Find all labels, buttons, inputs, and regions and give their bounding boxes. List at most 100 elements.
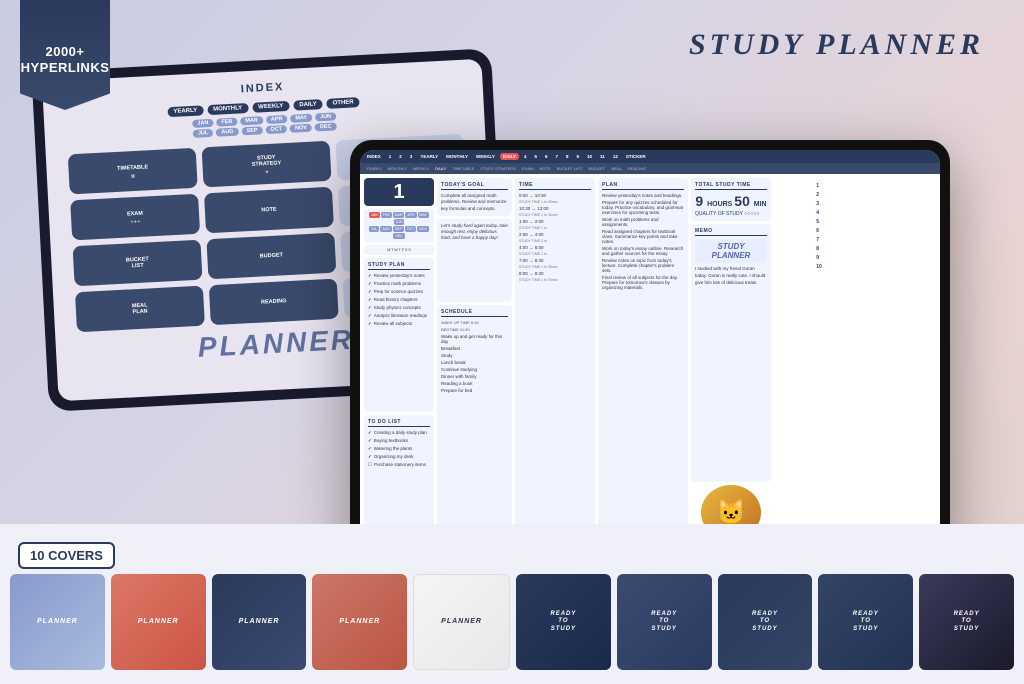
subnav-weekly: WEEKLY <box>411 165 431 172</box>
date-column: 1 JAN FEB MAR APR MAY JUN JUL <box>364 178 434 540</box>
pill-may: MAY <box>418 212 429 218</box>
nav-8: 8 <box>563 153 572 160</box>
cover-2-text: PLANNER <box>138 618 179 626</box>
plan-section: PLAN Review yesterday's notes and headin… <box>598 178 688 540</box>
subnav-bucket-list: BUCKET LIST <box>555 165 585 172</box>
dot-5: 5 <box>816 219 822 225</box>
covers-section: 10 COVERS PLANNER PLANNER PLANNER PLANNE… <box>0 524 1024 684</box>
dot-4: 4 <box>816 210 822 216</box>
card-timetable: TIMETABLE▤ <box>68 148 198 195</box>
covers-label: 10 COVERS <box>18 542 115 569</box>
study-item-7: ✓Review all subjects <box>368 321 430 327</box>
time-1: 9:00 → 10:30 <box>519 193 591 198</box>
card-study-strategy: STUDYSTRATEGY★ <box>202 141 332 188</box>
month-sep: SEP <box>241 126 262 135</box>
subnav-monthly: MONTHLY <box>386 165 409 172</box>
cover-5-text: PLANNER <box>441 618 482 626</box>
time-3: 1:00 → 2:00 <box>519 219 591 224</box>
covers-row: PLANNER PLANNER PLANNER PLANNER PLANNER … <box>10 574 1014 670</box>
daily-nav: INDEX 1 2 3 YEARLY MONTHLY WEEKLY DAILY … <box>360 150 940 163</box>
cover-9-text: READYTOSTUDY <box>853 611 879 633</box>
months-pills: JAN FEB MAR APR MAY JUN JUL AUG SEP OCT <box>364 209 434 242</box>
goal-section: TODAY'S GOAL Complete all assigned math … <box>437 178 512 216</box>
time-detail-1: STUDY TIME 1 hr 30min <box>519 200 591 204</box>
cover-3: PLANNER <box>212 574 307 670</box>
subnav-reading: READING <box>626 165 648 172</box>
pill-dec: DEC <box>393 233 404 239</box>
cover-10: READYTOSTUDY <box>919 574 1014 670</box>
subnav-study-strategy: STUDY STRATEGY <box>478 165 518 172</box>
total-time-box: TOTAL STUDY TIME 9 HOURS 50 MIN QUALITY … <box>691 178 771 221</box>
study-item-4: ✓Read history chapters <box>368 297 430 303</box>
total-time-title: TOTAL STUDY TIME <box>695 182 767 190</box>
memo-title: MEMO <box>695 228 767 236</box>
total-memo-column: TOTAL STUDY TIME 9 HOURS 50 MIN QUALITY … <box>691 178 771 540</box>
study-item-3: ✓Prep for science quizzes <box>368 289 430 295</box>
card-reading: READING <box>209 279 339 326</box>
ribbon-badge: 2000+ HYPERLINKS <box>20 0 110 110</box>
pill-jun: JUN <box>394 219 405 225</box>
time-5: 4:00 → 5:00 <box>519 245 591 250</box>
quality-label: QUALITY OF STUDY ○○○○○ <box>695 211 767 217</box>
date-box: 1 <box>364 178 434 206</box>
bed-time: BEDTIME 11:30 <box>441 327 508 332</box>
study-item-1: ✓Review yesterday's notes <box>368 273 430 279</box>
date-number: 1 <box>368 182 430 202</box>
right-dots-column: 1 2 3 4 5 6 7 8 9 10 <box>774 178 864 540</box>
pill-aug: AUG <box>380 226 392 232</box>
month-jun: JUN <box>315 112 336 121</box>
pill-jan: JAN <box>369 212 380 218</box>
month-feb: FEB <box>216 118 237 127</box>
plan-6: Review notes on topic from today's lectu… <box>602 258 684 273</box>
todo-item-2: ✓Buying textbooks <box>368 438 430 444</box>
schedule-title: SCHEDULE <box>441 309 508 317</box>
subnav-budget: BUDGET <box>586 165 607 172</box>
todo-section: TO DO LIST ✓Creating a daily study plan … <box>364 415 434 540</box>
dot-10: 10 <box>816 264 822 270</box>
cover-9: READYTOSTUDY <box>818 574 913 670</box>
time-detail-2: STUDY TIME 1 hr 30min <box>519 213 591 217</box>
nav-monthly-f: MONTHLY <box>443 153 471 160</box>
dot-8: 8 <box>816 246 822 252</box>
nav-other: OTHER <box>326 97 359 109</box>
daily-content: INDEX 1 2 3 YEARLY MONTHLY WEEKLY DAILY … <box>360 150 940 550</box>
cover-6: READYTOSTUDY <box>516 574 611 670</box>
plan-3: Work on math problems and assignments. <box>602 217 684 227</box>
subnav-daily: DAILY <box>433 165 448 172</box>
memo-text: I studied with my friend Goran today. Go… <box>695 266 767 286</box>
nav-10: 10 <box>584 153 595 160</box>
month-pills-row1: JAN FEB MAR APR MAY JUN <box>367 212 431 225</box>
sched-7: Reading a book <box>441 381 508 386</box>
nav-weekly: WEEKLY <box>252 101 290 113</box>
todo-item-1: ✓Creating a daily study plan <box>368 430 430 436</box>
nav-index: INDEX <box>364 153 384 160</box>
card-bucket-list: BUCKETLIST <box>73 240 203 287</box>
dot-9: 9 <box>816 255 822 261</box>
time-detail-5: STUDY TIME 1 hr <box>519 252 591 256</box>
days: MTWTFSS <box>367 248 431 252</box>
plan-7: Final review of all subjects for the day… <box>602 275 684 290</box>
time-detail-4: STUDY TIME 2 hr <box>519 239 591 243</box>
nav-2: 2 <box>396 153 405 160</box>
nav-11: 11 <box>597 153 608 160</box>
min-value: 50 <box>734 193 750 209</box>
cover-4: PLANNER <box>312 574 407 670</box>
plan-5: Work on today's essay outline. Research … <box>602 246 684 256</box>
pill-feb: FEB <box>381 212 392 218</box>
month-may: MAY <box>290 114 312 123</box>
cover-1: PLANNER <box>10 574 105 670</box>
page-title: STUDY PLANNER <box>689 28 984 62</box>
study-plan-section: STUDY PLAN ✓Review yesterday's notes ✓Pr… <box>364 258 434 412</box>
nav-9: 9 <box>574 153 583 160</box>
goal-title: TODAY'S GOAL <box>441 182 508 190</box>
planner-watermark: PLANNER <box>197 324 355 364</box>
todo-item-4: ✓Organizing my desk <box>368 454 430 460</box>
time-detail-6: STUDY TIME 1 hr 30min <box>519 265 591 269</box>
time-title: TIME <box>519 182 591 190</box>
time-section: TIME 9:00 → 10:30 STUDY TIME 1 hr 30min … <box>515 178 595 540</box>
cover-6-text: READYTOSTUDY <box>550 611 576 633</box>
cover-7: READYTOSTUDY <box>617 574 712 670</box>
plan-1: Review yesterday's notes and headings. <box>602 193 684 198</box>
nav-yearly-f: YEARLY <box>417 153 441 160</box>
hours-label: HOURS <box>707 201 734 208</box>
